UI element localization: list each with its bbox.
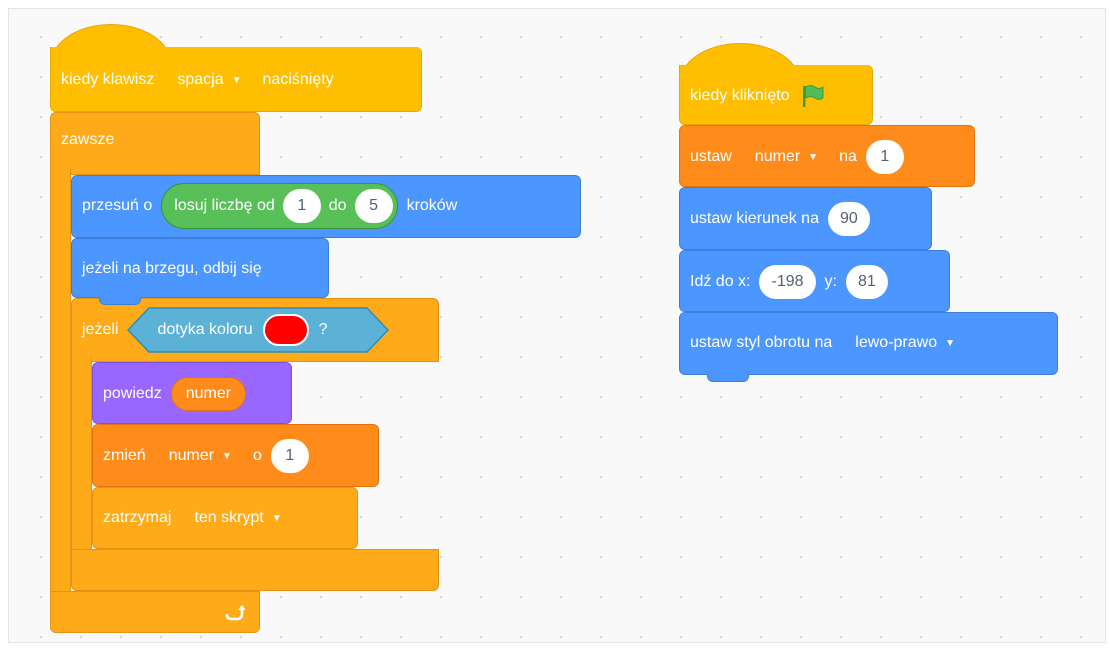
move-suffix: kroków	[406, 197, 458, 214]
sensing-question: ?	[318, 321, 328, 338]
variable-dropdown-value: numer	[754, 148, 801, 165]
color-swatch[interactable]	[262, 314, 309, 346]
key-pressed-hat-row: kiedy klawisz spacja ▼ naciśnięty	[61, 60, 334, 100]
key-dropdown-value: spacja	[177, 71, 224, 88]
random-to-input[interactable]: 5	[354, 189, 393, 223]
change-prefix: zmień	[103, 447, 146, 464]
rotation-style-dropdown[interactable]: lewo-prawo ▼	[841, 323, 967, 363]
touching-color-boolean[interactable]: dotyka koloru ?	[127, 307, 390, 353]
set-value-input[interactable]: 1	[865, 140, 904, 174]
if-prefix: jeżeli	[82, 321, 119, 338]
chevron-down-icon: ▼	[271, 512, 282, 524]
stop-prefix: zatrzymaj	[103, 509, 172, 526]
hat-suffix: naciśnięty	[262, 71, 334, 88]
if-header-row: jeżeli dotyka koloru ? to	[82, 307, 390, 353]
rotation-style-prefix: ustaw styl obrotu na	[690, 334, 833, 351]
forever-arm	[50, 169, 71, 599]
change-variable-row: zmień numer ▼ o 1	[103, 436, 309, 476]
set-to-label: na	[839, 148, 857, 165]
hat-prefix: kiedy klawisz	[61, 71, 155, 88]
bounce-label: jeżeli na brzegu, odbij się	[82, 260, 262, 277]
stop-row: zatrzymaj ten skrypt ▼	[103, 498, 294, 538]
variable-dropdown[interactable]: numer ▼	[741, 137, 830, 177]
sensing-label: dotyka koloru	[157, 321, 253, 338]
notch	[707, 374, 749, 382]
chevron-down-icon: ▼	[231, 74, 242, 86]
notch	[99, 297, 141, 305]
random-label: losuj liczbę od	[174, 197, 275, 214]
move-prefix: przesuń o	[82, 197, 153, 214]
flag-clicked-row: kiedy kliknięto	[690, 83, 825, 109]
chevron-down-icon: ▼	[945, 337, 956, 349]
chevron-down-icon: ▼	[222, 450, 232, 462]
flag-clicked-label: kiedy kliknięto	[690, 87, 790, 104]
change-value-input[interactable]: 1	[270, 439, 309, 473]
loop-arrow-icon	[225, 605, 245, 621]
goto-xy-row: Idź do x: -198 y: 81	[690, 265, 888, 299]
chevron-down-icon: ▼	[808, 151, 819, 163]
stop-option-dropdown[interactable]: ten skrypt ▼	[180, 498, 293, 538]
stop-option-value: ten skrypt	[194, 509, 264, 526]
goto-prefix: Idź do x:	[690, 273, 751, 290]
if-block-bottom[interactable]	[71, 549, 439, 591]
x-input[interactable]: -198	[759, 265, 816, 299]
random-to-label: do	[328, 197, 347, 214]
code-workspace[interactable]: zawsze kiedy klawisz spacja ▼ naciśnięty…	[8, 8, 1106, 643]
green-flag-icon	[802, 85, 824, 107]
rotation-style-row: ustaw styl obrotu na lewo-prawo ▼	[690, 323, 967, 363]
key-dropdown[interactable]: spacja ▼	[163, 60, 253, 100]
direction-input[interactable]: 90	[827, 202, 870, 236]
bounce-row: jeżeli na brzegu, odbij się	[82, 260, 262, 278]
random-from-input[interactable]: 1	[282, 189, 321, 223]
forever-label-row: zawsze	[61, 131, 114, 149]
variable-reporter[interactable]: numer	[170, 377, 247, 411]
move-steps-row: przesuń o losuj liczbę od 1 do 5 kroków	[82, 183, 457, 229]
variable-dropdown-value: numer	[168, 447, 215, 464]
point-direction-row: ustaw kierunek na 90	[690, 202, 870, 236]
variable-dropdown[interactable]: numer ▼	[155, 436, 244, 476]
forever-label: zawsze	[61, 131, 115, 148]
point-direction-prefix: ustaw kierunek na	[690, 210, 819, 227]
say-row: powiedz numer	[103, 377, 247, 411]
random-number-reporter[interactable]: losuj liczbę od 1 do 5	[161, 183, 398, 229]
set-prefix: ustaw	[690, 148, 732, 165]
rotation-style-value: lewo-prawo	[855, 334, 938, 351]
set-variable-row: ustaw numer ▼ na 1	[690, 137, 904, 177]
y-input[interactable]: 81	[845, 265, 888, 299]
y-label: y:	[824, 273, 837, 290]
say-prefix: powiedz	[103, 385, 162, 402]
if-arm	[71, 357, 92, 557]
change-by-label: o	[252, 447, 262, 464]
